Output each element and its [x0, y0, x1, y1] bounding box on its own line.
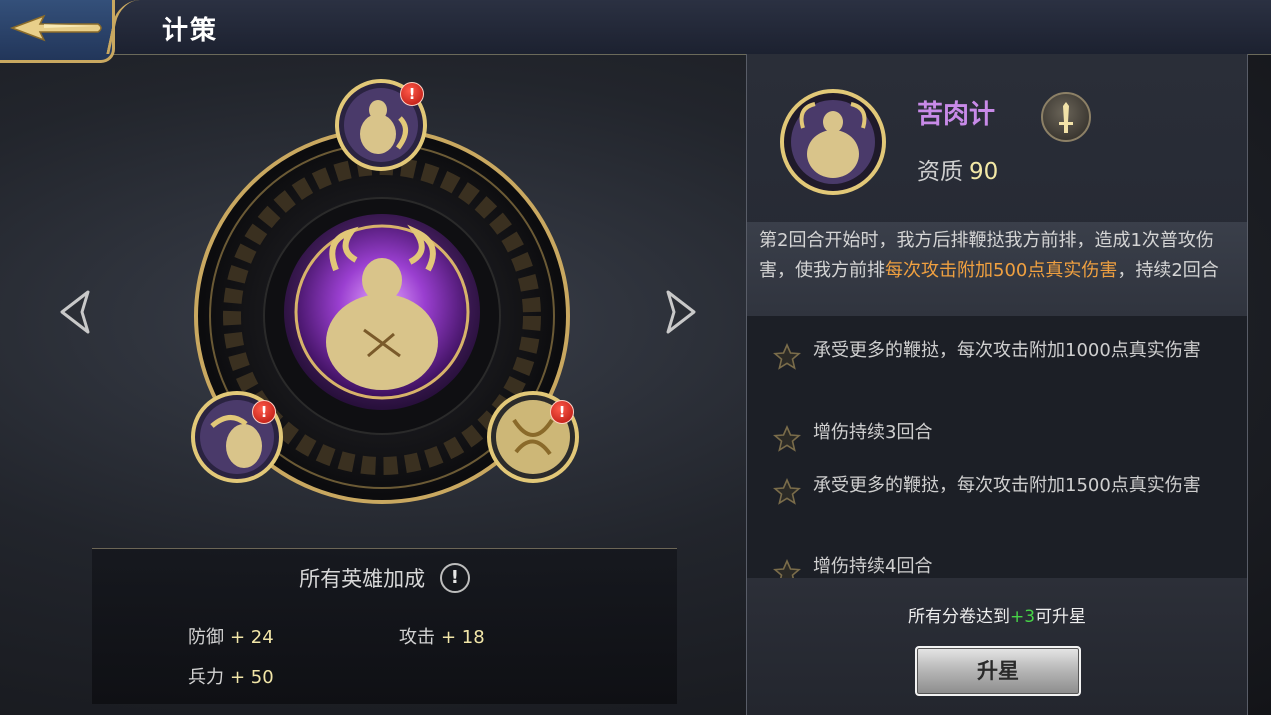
bonus-title-row: 所有英雄加成 ! [92, 563, 677, 593]
sword-glyph [1059, 102, 1073, 133]
alert-badge: ! [252, 400, 276, 424]
sword-badge-icon[interactable] [1041, 92, 1091, 142]
stat-defense: 防御 + 24 [188, 623, 274, 649]
quality-value: 90 [969, 159, 999, 185]
requirement-prefix: 所有分卷达到 [907, 607, 1010, 627]
skill-description: 第2回合开始时，我方后排鞭挞我方前排，造成1次普攻伤害，使我方前排每次攻击附加5… [747, 222, 1247, 316]
upgrade-requirement: 所有分卷达到+3可升星 [747, 602, 1247, 627]
quality-label: 资质 [917, 159, 963, 185]
upgrade-section: 所有分卷达到+3可升星 升星 [747, 578, 1247, 715]
next-button[interactable] [664, 288, 698, 336]
star-icon [773, 559, 801, 578]
star-item-text: 增伤持续3回合 [813, 422, 933, 443]
skill-emblem [779, 88, 887, 196]
stratagem-node-left[interactable]: ! [190, 390, 284, 484]
description-text-end: ，持续2回合 [1117, 260, 1219, 281]
next-arrow-icon [666, 290, 696, 334]
stat-label: 兵力 [188, 667, 224, 688]
stat-value: + 50 [230, 667, 274, 688]
star-item-text: 承受更多的鞭挞，每次攻击附加1000点真实伤害 [813, 340, 1201, 361]
back-button[interactable] [0, 0, 115, 63]
upgrade-star-button[interactable]: 升星 [915, 646, 1081, 696]
star-item-text: 承受更多的鞭挞，每次攻击附加1500点真实伤害 [813, 475, 1201, 496]
stat-troops: 兵力 + 50 [188, 663, 274, 689]
alert-badge: ! [550, 400, 574, 424]
requirement-value: +3 [1009, 607, 1036, 627]
star-icon [773, 425, 801, 452]
description-highlight: 每次攻击附加500点真实伤害 [885, 260, 1118, 281]
star-icon [773, 478, 801, 505]
star-icon [773, 343, 801, 370]
stratagem-wheel: ! ! ! [186, 79, 580, 512]
requirement-suffix: 可升星 [1035, 607, 1087, 627]
stat-label: 防御 [188, 627, 224, 648]
page-title: 计策 [162, 16, 219, 46]
star-item-text: 增伤持续4回合 [813, 556, 933, 577]
bonus-title: 所有英雄加成 [299, 567, 426, 591]
back-arrow-icon [9, 14, 102, 42]
top-bar: 计策 [0, 0, 1271, 63]
info-icon[interactable]: ! [439, 563, 470, 593]
stat-label: 攻击 [399, 627, 435, 648]
skill-emblem-icon [780, 89, 886, 195]
prev-arrow-icon [60, 290, 90, 334]
alert-badge: ! [400, 82, 424, 106]
skill-name: 苦肉计 [917, 100, 996, 130]
stratagem-node-top[interactable]: ! [334, 78, 428, 172]
hero-bonus-panel: 所有英雄加成 ! 防御 + 24 攻击 + 18 兵力 + 50 [92, 548, 677, 704]
quality-row: 资质 90 [917, 152, 998, 186]
stat-value: + 18 [441, 627, 485, 648]
prev-button[interactable] [58, 288, 92, 336]
skill-detail-panel: 苦肉计 资质 90 第2回合开始时，我方后排鞭挞我方前排，造成1次普攻伤害，使我方… [746, 54, 1248, 715]
stat-attack: 攻击 + 18 [399, 623, 485, 649]
star-upgrade-list[interactable]: 承受更多的鞭挞，每次攻击附加1000点真实伤害 增伤持续3回合 承受更多的鞭挞，… [747, 316, 1247, 578]
stat-value: + 24 [230, 627, 274, 648]
stratagem-node-right[interactable]: ! [486, 390, 580, 484]
